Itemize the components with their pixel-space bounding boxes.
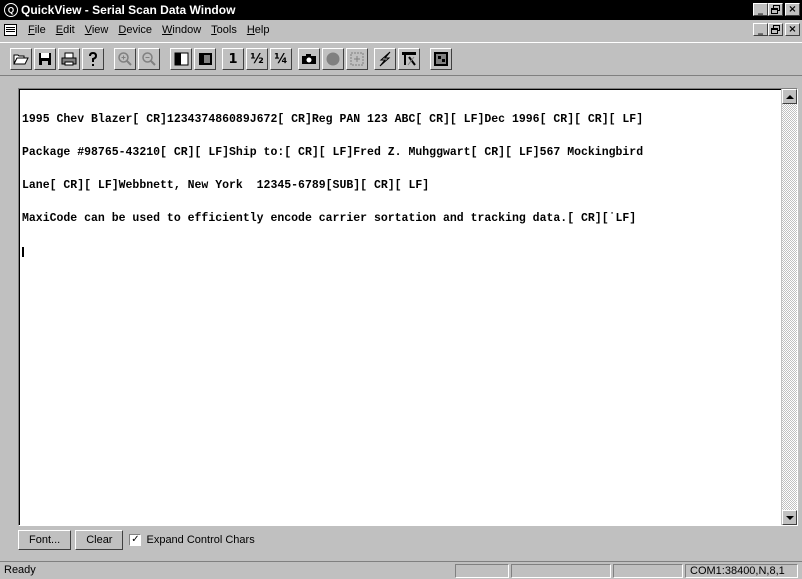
menu-window[interactable]: Window — [157, 24, 206, 36]
scale-half-button[interactable]: ½ — [246, 48, 268, 70]
menu-bar: File Edit View Device Window Tools Help … — [0, 20, 802, 40]
child-close-button[interactable]: × — [785, 23, 800, 36]
arrow-down-icon — [785, 515, 794, 520]
restore-icon — [771, 5, 780, 14]
scan-data-text[interactable]: 1995 Chev Blazer[ CR]123437486089J672[ C… — [22, 92, 778, 279]
image-button[interactable] — [430, 48, 452, 70]
vertical-scrollbar[interactable] — [781, 89, 797, 525]
view-dark-button[interactable] — [194, 48, 216, 70]
title-bar[interactable]: Q QuickView - Serial Scan Data Window _ … — [0, 0, 802, 20]
view-dark-icon — [198, 53, 212, 65]
status-panel-1 — [455, 564, 509, 578]
bottom-controls: Font... Clear ✓ Expand Control Chars — [18, 530, 255, 550]
toolbar: 1 ½ ¼ — [0, 42, 802, 76]
circle-button[interactable] — [322, 48, 344, 70]
close-button[interactable]: × — [785, 3, 800, 16]
quickview-app-icon[interactable]: Q — [4, 3, 18, 17]
zoom-in-icon — [118, 52, 132, 66]
menu-edit[interactable]: Edit — [51, 24, 80, 36]
tool-icon — [402, 52, 416, 66]
scan-data-line: 1995 Chev Blazer[ CR]123437486089J672[ C… — [22, 113, 644, 126]
text-caret — [22, 247, 24, 257]
menu-device[interactable]: Device — [113, 24, 157, 36]
minimize-icon: _ — [758, 3, 763, 15]
view-single-button[interactable] — [170, 48, 192, 70]
image-icon — [434, 52, 448, 66]
zoom-in-button[interactable] — [114, 48, 136, 70]
open-icon — [13, 54, 29, 65]
menu-tools[interactable]: Tools — [206, 24, 242, 36]
lightning-button[interactable] — [374, 48, 396, 70]
scale-one-button[interactable]: 1 — [222, 48, 244, 70]
font-button[interactable]: Font... — [18, 530, 72, 550]
scan-data-textarea[interactable]: 1995 Chev Blazer[ CR]123437486089J672[ C… — [18, 88, 798, 526]
menu-help[interactable]: Help — [242, 24, 275, 36]
minimize-icon: _ — [758, 23, 763, 35]
child-restore-button[interactable] — [768, 23, 783, 36]
scroll-down-button[interactable] — [782, 510, 797, 525]
camera-icon — [302, 54, 316, 64]
crosshair-button[interactable] — [346, 48, 368, 70]
help-icon — [89, 51, 98, 66]
close-icon: × — [788, 23, 797, 35]
help-button[interactable] — [82, 48, 104, 70]
scale-quarter-icon: ¼ — [274, 51, 288, 67]
status-panel-3 — [613, 564, 683, 578]
expand-control-chars-checkbox[interactable]: ✓ Expand Control Chars — [129, 534, 255, 546]
crosshair-icon — [350, 52, 364, 66]
menu-file[interactable]: File — [23, 24, 51, 36]
status-bar: Ready COM1:38400,N,8,1 — [0, 561, 802, 579]
checkmark-icon: ✓ — [131, 534, 140, 545]
print-icon — [61, 52, 77, 66]
zoom-out-button[interactable] — [138, 48, 160, 70]
open-button[interactable] — [10, 48, 32, 70]
close-icon: × — [788, 3, 797, 15]
document-icon[interactable] — [4, 24, 17, 36]
scan-data-line: Lane[ CR][ LF]Webbnett, New York 12345-6… — [22, 179, 430, 192]
scroll-up-button[interactable] — [782, 89, 797, 104]
status-panel-2 — [511, 564, 611, 578]
clear-button[interactable]: Clear — [75, 530, 124, 550]
window-title: QuickView - Serial Scan Data Window — [21, 3, 236, 17]
menu-view[interactable]: View — [80, 24, 114, 36]
circle-icon — [326, 52, 340, 66]
lightning-icon — [379, 51, 391, 67]
zoom-out-icon — [142, 52, 156, 66]
camera-button[interactable] — [298, 48, 320, 70]
arrow-up-icon — [785, 94, 794, 99]
restore-icon — [771, 25, 780, 34]
scale-half-icon: ½ — [250, 51, 264, 67]
checkbox-box[interactable]: ✓ — [129, 534, 142, 546]
com-settings-panel: COM1:38400,N,8,1 — [685, 564, 798, 578]
tool-button[interactable] — [398, 48, 420, 70]
print-button[interactable] — [58, 48, 80, 70]
minimize-button[interactable]: _ — [753, 3, 768, 16]
scan-data-line: MaxiCode can be used to efficiently enco… — [22, 212, 637, 225]
expand-control-chars-label: Expand Control Chars — [146, 534, 255, 546]
save-button[interactable] — [34, 48, 56, 70]
scan-data-line: Package #98765-43210[ CR][ LF]Ship to:[ … — [22, 146, 644, 159]
status-text: Ready — [4, 564, 36, 576]
save-icon — [39, 53, 51, 65]
restore-button[interactable] — [768, 3, 783, 16]
view-single-icon — [174, 52, 188, 66]
scale-one-icon: 1 — [228, 51, 238, 67]
child-minimize-button[interactable]: _ — [753, 23, 768, 36]
scale-quarter-button[interactable]: ¼ — [270, 48, 292, 70]
